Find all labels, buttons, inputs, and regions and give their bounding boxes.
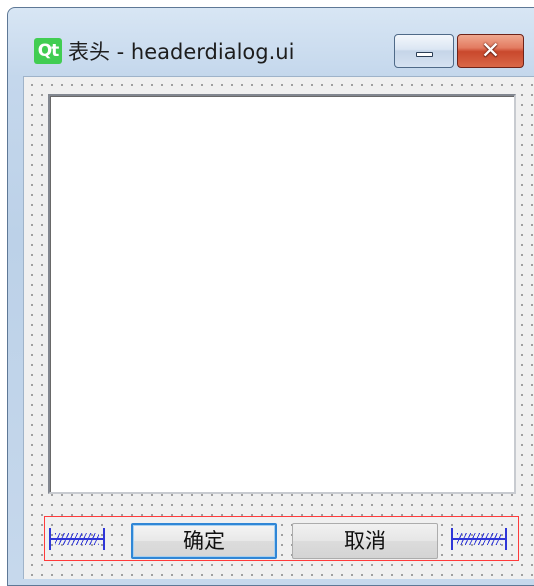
spring-spacer-icon <box>457 533 501 545</box>
close-button[interactable]: ✕ <box>457 34 524 68</box>
qt-logo-icon: Qt <box>34 38 62 64</box>
horizontal-layout[interactable]: 确定 取消 <box>44 516 519 561</box>
spring-spacer-icon <box>55 533 99 545</box>
form-canvas[interactable]: 确定 取消 <box>23 76 534 579</box>
cancel-button[interactable]: 取消 <box>292 523 438 559</box>
ok-button[interactable]: 确定 <box>131 523 277 559</box>
spacer-end-right <box>505 528 507 550</box>
title-bar[interactable]: Qt 表头 - headerdialog.ui ✕ <box>8 8 534 76</box>
window-title: 表头 - headerdialog.ui <box>68 40 295 64</box>
spacer-end-right <box>103 528 105 550</box>
horizontal-spacer-right[interactable] <box>451 528 507 550</box>
list-view-widget[interactable] <box>48 94 516 494</box>
minimize-button[interactable] <box>394 34 454 68</box>
close-icon: ✕ <box>480 38 501 64</box>
minimize-icon <box>416 52 433 57</box>
horizontal-spacer-left[interactable] <box>49 528 105 550</box>
designer-form-window: Qt 表头 - headerdialog.ui ✕ 确定 取消 <box>7 7 534 586</box>
